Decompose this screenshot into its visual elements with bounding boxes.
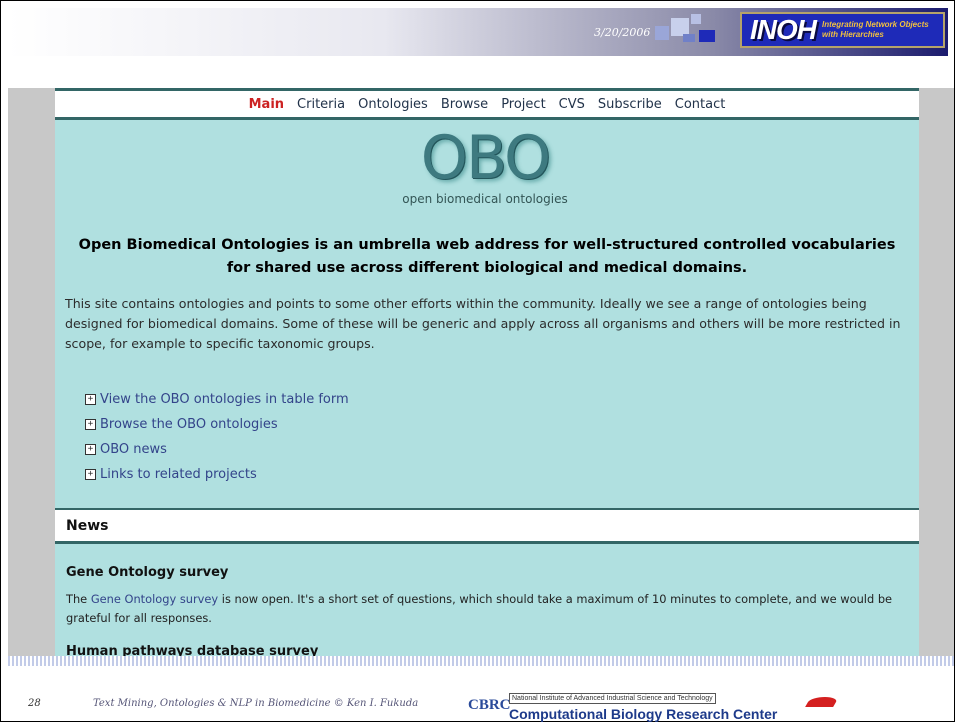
cbrc-logo: CBRC <box>468 697 511 713</box>
link-obo-news[interactable]: + OBO news <box>85 437 349 462</box>
nav-item-cvs[interactable]: CVS <box>559 97 585 112</box>
inoh-logo-text: INOH <box>750 14 817 45</box>
expand-plus-icon: + <box>85 469 96 480</box>
slide-page-number: 28 <box>28 698 41 709</box>
nav-item-main[interactable]: Main <box>249 97 284 112</box>
link-label[interactable]: Browse the OBO ontologies <box>100 417 278 432</box>
nav-item-project[interactable]: Project <box>501 97 545 112</box>
link-related-projects[interactable]: + Links to related projects <box>85 462 349 487</box>
news-item-title: Human pathways database survey <box>66 644 319 656</box>
expand-plus-icon: + <box>85 394 96 405</box>
slide-footer-title: Text Mining, Ontologies & NLP in Biomedi… <box>93 698 419 709</box>
expand-plus-icon: + <box>85 419 96 430</box>
news-item-title: Gene Ontology survey <box>66 565 229 580</box>
nav-item-subscribe[interactable]: Subscribe <box>598 97 662 112</box>
quick-links-list: + View the OBO ontologies in table form … <box>85 387 349 487</box>
intro-paragraph: This site contains ontologies and points… <box>65 296 901 351</box>
inoh-logo: INOH Integrating Network Objects with Hi… <box>740 12 945 48</box>
slide-date: 3/20/2006 <box>594 26 651 39</box>
link-label[interactable]: OBO news <box>100 442 167 457</box>
nav-item-criteria[interactable]: Criteria <box>297 97 345 112</box>
link-label[interactable]: View the OBO ontologies in table form <box>100 392 349 407</box>
news-heading: News <box>66 517 109 534</box>
obo-logo: OBO <box>420 123 552 193</box>
cbrc-center-name: Computational Biology Research Center <box>509 706 778 722</box>
top-navigation: Main Criteria Ontologies Browse Project … <box>55 88 919 120</box>
news-item-text: The <box>66 592 91 606</box>
nav-item-browse[interactable]: Browse <box>441 97 488 112</box>
nav-item-ontologies[interactable]: Ontologies <box>358 97 428 112</box>
link-browse-ontologies[interactable]: + Browse the OBO ontologies <box>85 412 349 437</box>
intro-heading: Open Biomedical Ontologies is an umbrell… <box>78 237 896 276</box>
link-label[interactable]: Links to related projects <box>100 467 257 482</box>
news-section-header: News <box>55 508 919 544</box>
nav-item-contact[interactable]: Contact <box>675 97 726 112</box>
inoh-logo-tagline: Integrating Network Objects with Hierarc… <box>822 20 929 39</box>
gene-ontology-survey-link[interactable]: Gene Ontology survey <box>91 592 218 606</box>
obo-web-page: Main Criteria Ontologies Browse Project … <box>55 88 919 656</box>
footer-stripe-band <box>8 656 954 666</box>
obo-logo-subtitle: open biomedical ontologies <box>402 192 568 206</box>
link-view-table[interactable]: + View the OBO ontologies in table form <box>85 387 349 412</box>
expand-plus-icon: + <box>85 444 96 455</box>
aist-institute-name: National Institute of Advanced Industria… <box>509 693 716 704</box>
news-item-body: The Gene Ontology survey is now open. It… <box>66 590 910 628</box>
